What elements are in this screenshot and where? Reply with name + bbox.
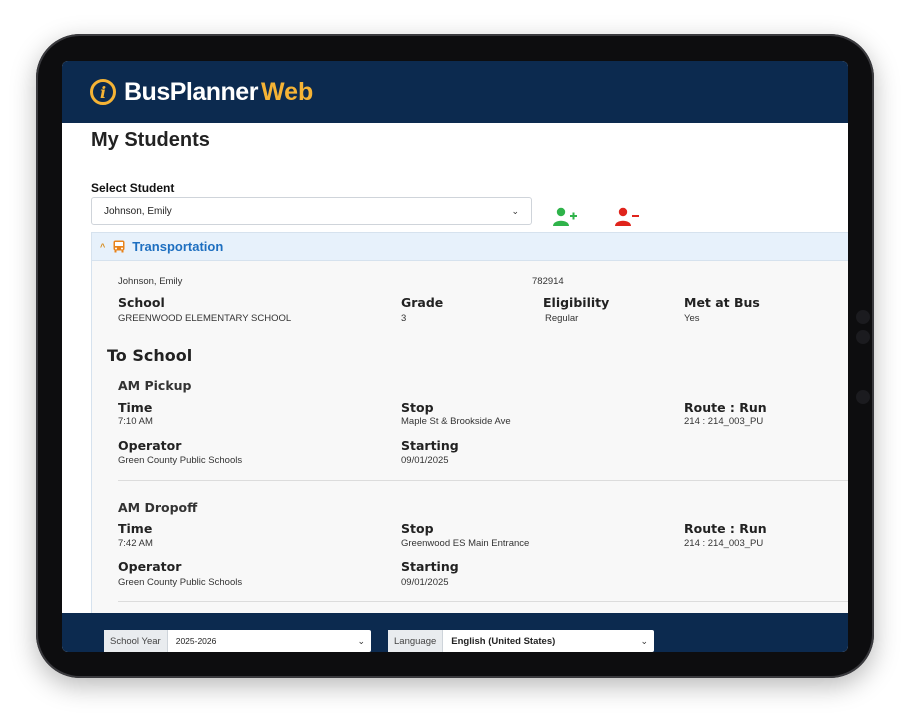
trip-divider: [118, 480, 848, 481]
met-at-bus-label: Met at Bus: [684, 295, 760, 310]
chevron-up-icon: ^: [100, 241, 106, 252]
operator-value: Green County Public Schools: [118, 455, 243, 466]
route-label: Route : Run: [684, 521, 767, 536]
eligibility-value: Regular: [545, 313, 579, 324]
add-user-icon[interactable]: [552, 207, 578, 227]
app-footer: School Year 2025-2026 ⌄ Language English…: [62, 613, 848, 652]
school-year-label: School Year: [104, 630, 168, 652]
app-screen: i BusPlanner Web My Students Select Stud…: [62, 61, 848, 652]
starting-label: Starting: [401, 559, 459, 574]
chevron-down-icon: ⌄: [511, 206, 519, 216]
school-value: GREENWOOD ELEMENTARY SCHOOL: [118, 313, 292, 324]
time-value: 7:42 AM: [118, 538, 153, 549]
student-id: 782914: [532, 276, 564, 287]
operator-label: Operator: [118, 559, 182, 574]
starting-value: 09/01/2025: [401, 455, 449, 466]
stop-value: Greenwood ES Main Entrance: [401, 538, 530, 549]
starting-label: Starting: [401, 438, 459, 453]
brand-name-accent: Web: [260, 77, 314, 106]
main-content: My Students Select Student Johnson, Emil…: [62, 123, 848, 613]
chevron-down-icon: ⌄: [640, 635, 648, 646]
time-label: Time: [118, 400, 153, 415]
logo-mark-icon: i: [90, 79, 116, 105]
route-label: Route : Run: [684, 400, 767, 415]
school-year-value: 2025-2026: [175, 636, 217, 646]
camera-dot: [856, 390, 870, 404]
bus-icon: [113, 240, 125, 253]
stop-label: Stop: [401, 521, 434, 536]
operator-label: Operator: [118, 438, 182, 453]
chevron-down-icon: ⌄: [357, 635, 365, 646]
eligibility-label: Eligibility: [543, 295, 610, 310]
time-value: 7:10 AM: [118, 416, 153, 427]
student-select[interactable]: Johnson, Emily ⌄: [91, 197, 532, 225]
language-value: English (United States): [451, 635, 556, 647]
route-value: 214 : 214_003_PU: [684, 416, 764, 427]
transportation-panel-title: Transportation: [132, 239, 224, 254]
trip-title: AM Pickup: [118, 378, 192, 393]
met-at-bus-value: Yes: [684, 313, 700, 324]
school-year-select[interactable]: School Year 2025-2026 ⌄: [104, 630, 371, 652]
remove-user-icon[interactable]: [614, 207, 640, 227]
language-label: Language: [388, 630, 444, 652]
starting-value: 09/01/2025: [401, 577, 449, 588]
transportation-panel: ^ Transportation Johnson, Emily 782914 S…: [91, 232, 848, 613]
grade-value: 3: [401, 313, 407, 324]
page-title: My Students: [91, 129, 210, 151]
app-header: i BusPlanner Web: [62, 61, 848, 123]
student-select-value: Johnson, Emily: [104, 206, 172, 217]
school-label: School: [118, 295, 165, 310]
grade-label: Grade: [401, 295, 444, 310]
select-student-label: Select Student: [91, 181, 175, 195]
stop-label: Stop: [401, 400, 434, 415]
transportation-panel-header[interactable]: ^ Transportation: [92, 233, 848, 261]
to-school-heading: To School: [107, 346, 193, 365]
camera-dot: [856, 330, 870, 344]
trip-divider: [118, 601, 848, 602]
language-select[interactable]: Language English (United States) ⌄: [388, 630, 654, 652]
camera-dot: [856, 310, 870, 324]
time-label: Time: [118, 521, 153, 536]
student-name: Johnson, Emily: [118, 276, 183, 287]
brand-name: BusPlanner: [124, 77, 258, 106]
operator-value: Green County Public Schools: [118, 577, 243, 588]
trip-title: AM Dropoff: [118, 500, 198, 515]
stop-value: Maple St & Brookside Ave: [401, 416, 511, 427]
route-value: 214 : 214_003_PU: [684, 538, 764, 549]
